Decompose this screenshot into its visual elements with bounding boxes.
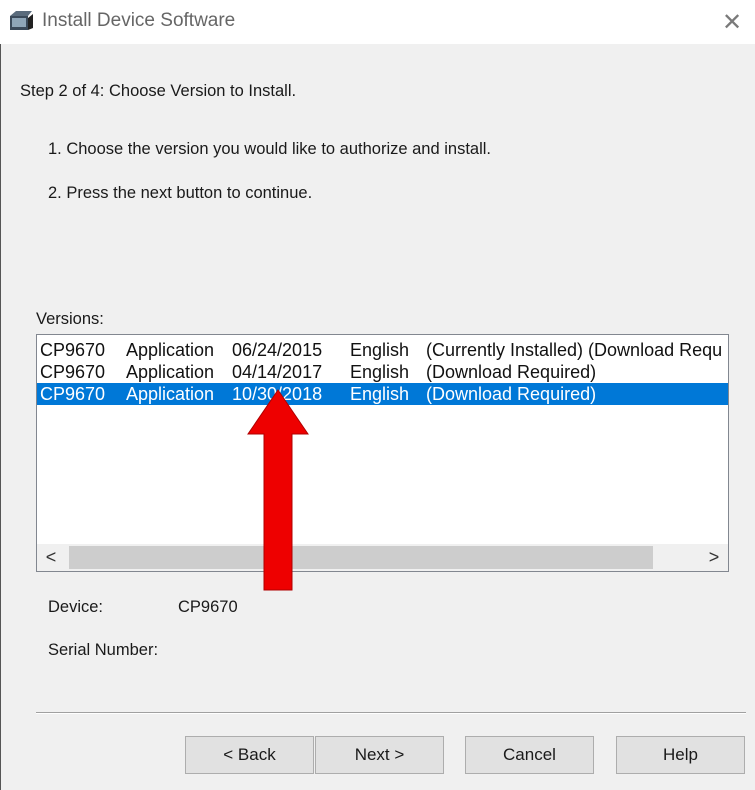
scroll-right-button[interactable]: > (700, 544, 728, 571)
version-row[interactable]: CP9670 Application 04/14/2017 English (Downl… (37, 361, 728, 383)
version-status: (Download Required) (426, 384, 597, 404)
back-button[interactable]: < Back (185, 736, 314, 774)
next-button[interactable]: Next > (315, 736, 444, 774)
title-bar: Install Device Software ✕ (0, 0, 755, 44)
instruction-1: 1. Choose the version you would like to … (48, 140, 492, 158)
version-model: CP9670 (40, 340, 106, 360)
device-value: CP9670 (178, 598, 238, 616)
close-icon: ✕ (721, 9, 743, 36)
device-label: Device: (48, 598, 104, 616)
version-type: Application (126, 384, 215, 404)
version-row-selected[interactable]: CP9670Application10/30/2018English(Downl… (37, 383, 728, 405)
red-up-arrow-annotation (247, 389, 309, 591)
footer-divider (36, 712, 746, 714)
help-button[interactable]: Help (616, 736, 745, 774)
installer-app-icon (10, 11, 33, 30)
version-date: 06/24/2015 (232, 340, 323, 360)
version-language: English (350, 384, 410, 404)
step-title: Step 2 of 4: Choose Version to Install. (20, 82, 297, 100)
version-type: Application (126, 340, 215, 360)
versions-listbox[interactable]: CP9670 Application 06/24/2015 English (Curre… (36, 334, 729, 572)
version-type: Application (126, 362, 215, 382)
chevron-right-icon: > (708, 547, 720, 567)
cancel-button[interactable]: Cancel (465, 736, 594, 774)
close-button[interactable]: ✕ (717, 8, 747, 38)
scroll-left-button[interactable]: < (37, 544, 65, 571)
instruction-2: 2. Press the next button to continue. (48, 184, 313, 202)
scrollbar-thumb[interactable] (69, 546, 653, 569)
version-model: CP9670 (40, 362, 106, 382)
version-status: (Currently Installed) (Download Requ (426, 340, 723, 360)
version-row[interactable]: CP9670 Application 06/24/2015 English (Curre… (37, 339, 728, 361)
serial-number-label: Serial Number: (48, 641, 159, 659)
chevron-left-icon: < (45, 547, 57, 567)
version-language: English (350, 340, 410, 360)
horizontal-scrollbar[interactable]: < > (37, 544, 728, 571)
versions-label: Versions: (36, 310, 104, 328)
window-left-border (0, 44, 1, 790)
window-title: Install Device Software (42, 10, 236, 31)
version-model: CP9670 (40, 384, 106, 404)
version-status: (Download Required) (426, 362, 597, 382)
version-language: English (350, 362, 410, 382)
version-date: 04/14/2017 (232, 362, 323, 382)
